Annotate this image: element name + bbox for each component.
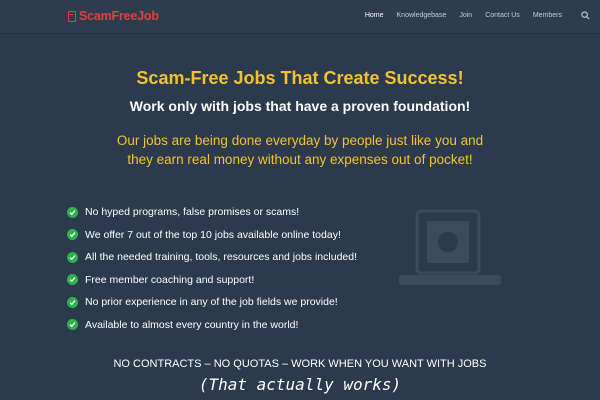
laptop-illustration — [399, 209, 501, 285]
search-icon[interactable] — [581, 11, 590, 20]
no-contracts-tagline: NO CONTRACTS – NO QUOTAS – WORK WHEN YOU… — [113, 358, 487, 370]
check-circle-icon — [67, 296, 78, 308]
check-circle-icon — [67, 319, 78, 331]
nav-item-members[interactable]: Members — [533, 12, 562, 19]
nav-item-contact-us[interactable]: Contact Us — [485, 12, 520, 19]
nav-item-home[interactable]: Home — [365, 12, 384, 19]
check-circle-icon — [67, 274, 78, 286]
nav-item-join[interactable]: Join — [459, 12, 472, 19]
feature-text: Free member coaching and support! — [85, 273, 255, 286]
hero-subtitle: Work only with jobs that have a proven f… — [129, 98, 471, 114]
check-circle-icon — [67, 206, 78, 218]
list-item: No prior experience in any of the job fi… — [67, 291, 357, 314]
feature-text: All the needed training, tools, resource… — [85, 251, 358, 264]
feature-text: We offer 7 out of the top 10 jobs availa… — [85, 228, 341, 241]
check-circle-icon — [67, 229, 78, 241]
handwritten-tagline: (That actually works) — [198, 375, 402, 394]
feature-list: No hyped programs, false promises or sca… — [67, 201, 357, 336]
feature-text: No prior experience in any of the job fi… — [85, 296, 338, 309]
list-item: Free member coaching and support! — [67, 269, 357, 292]
document-icon — [68, 10, 76, 22]
check-circle-icon — [67, 251, 78, 263]
feature-text: Available to almost every country in the… — [85, 318, 299, 331]
top-navigation-bar: ScamFreeJob Home Knowledgebase Join Cont… — [0, 0, 600, 34]
site-logo[interactable]: ScamFreeJob — [68, 9, 159, 23]
list-item: All the needed training, tools, resource… — [67, 246, 357, 269]
feature-text: No hyped programs, false promises or sca… — [85, 206, 300, 219]
main-nav: Home Knowledgebase Join Contact Us Membe… — [365, 12, 562, 19]
nav-item-knowledgebase[interactable]: Knowledgebase — [397, 12, 447, 19]
hero-paragraph: Our jobs are being done everyday by peop… — [116, 133, 484, 167]
list-item: Available to almost every country in the… — [67, 314, 357, 337]
logo-text: ScamFreeJob — [79, 9, 159, 23]
hero-title: Scam-Free Jobs That Create Success! — [136, 68, 464, 88]
list-item: No hyped programs, false promises or sca… — [67, 201, 357, 224]
list-item: We offer 7 out of the top 10 jobs availa… — [67, 224, 357, 247]
